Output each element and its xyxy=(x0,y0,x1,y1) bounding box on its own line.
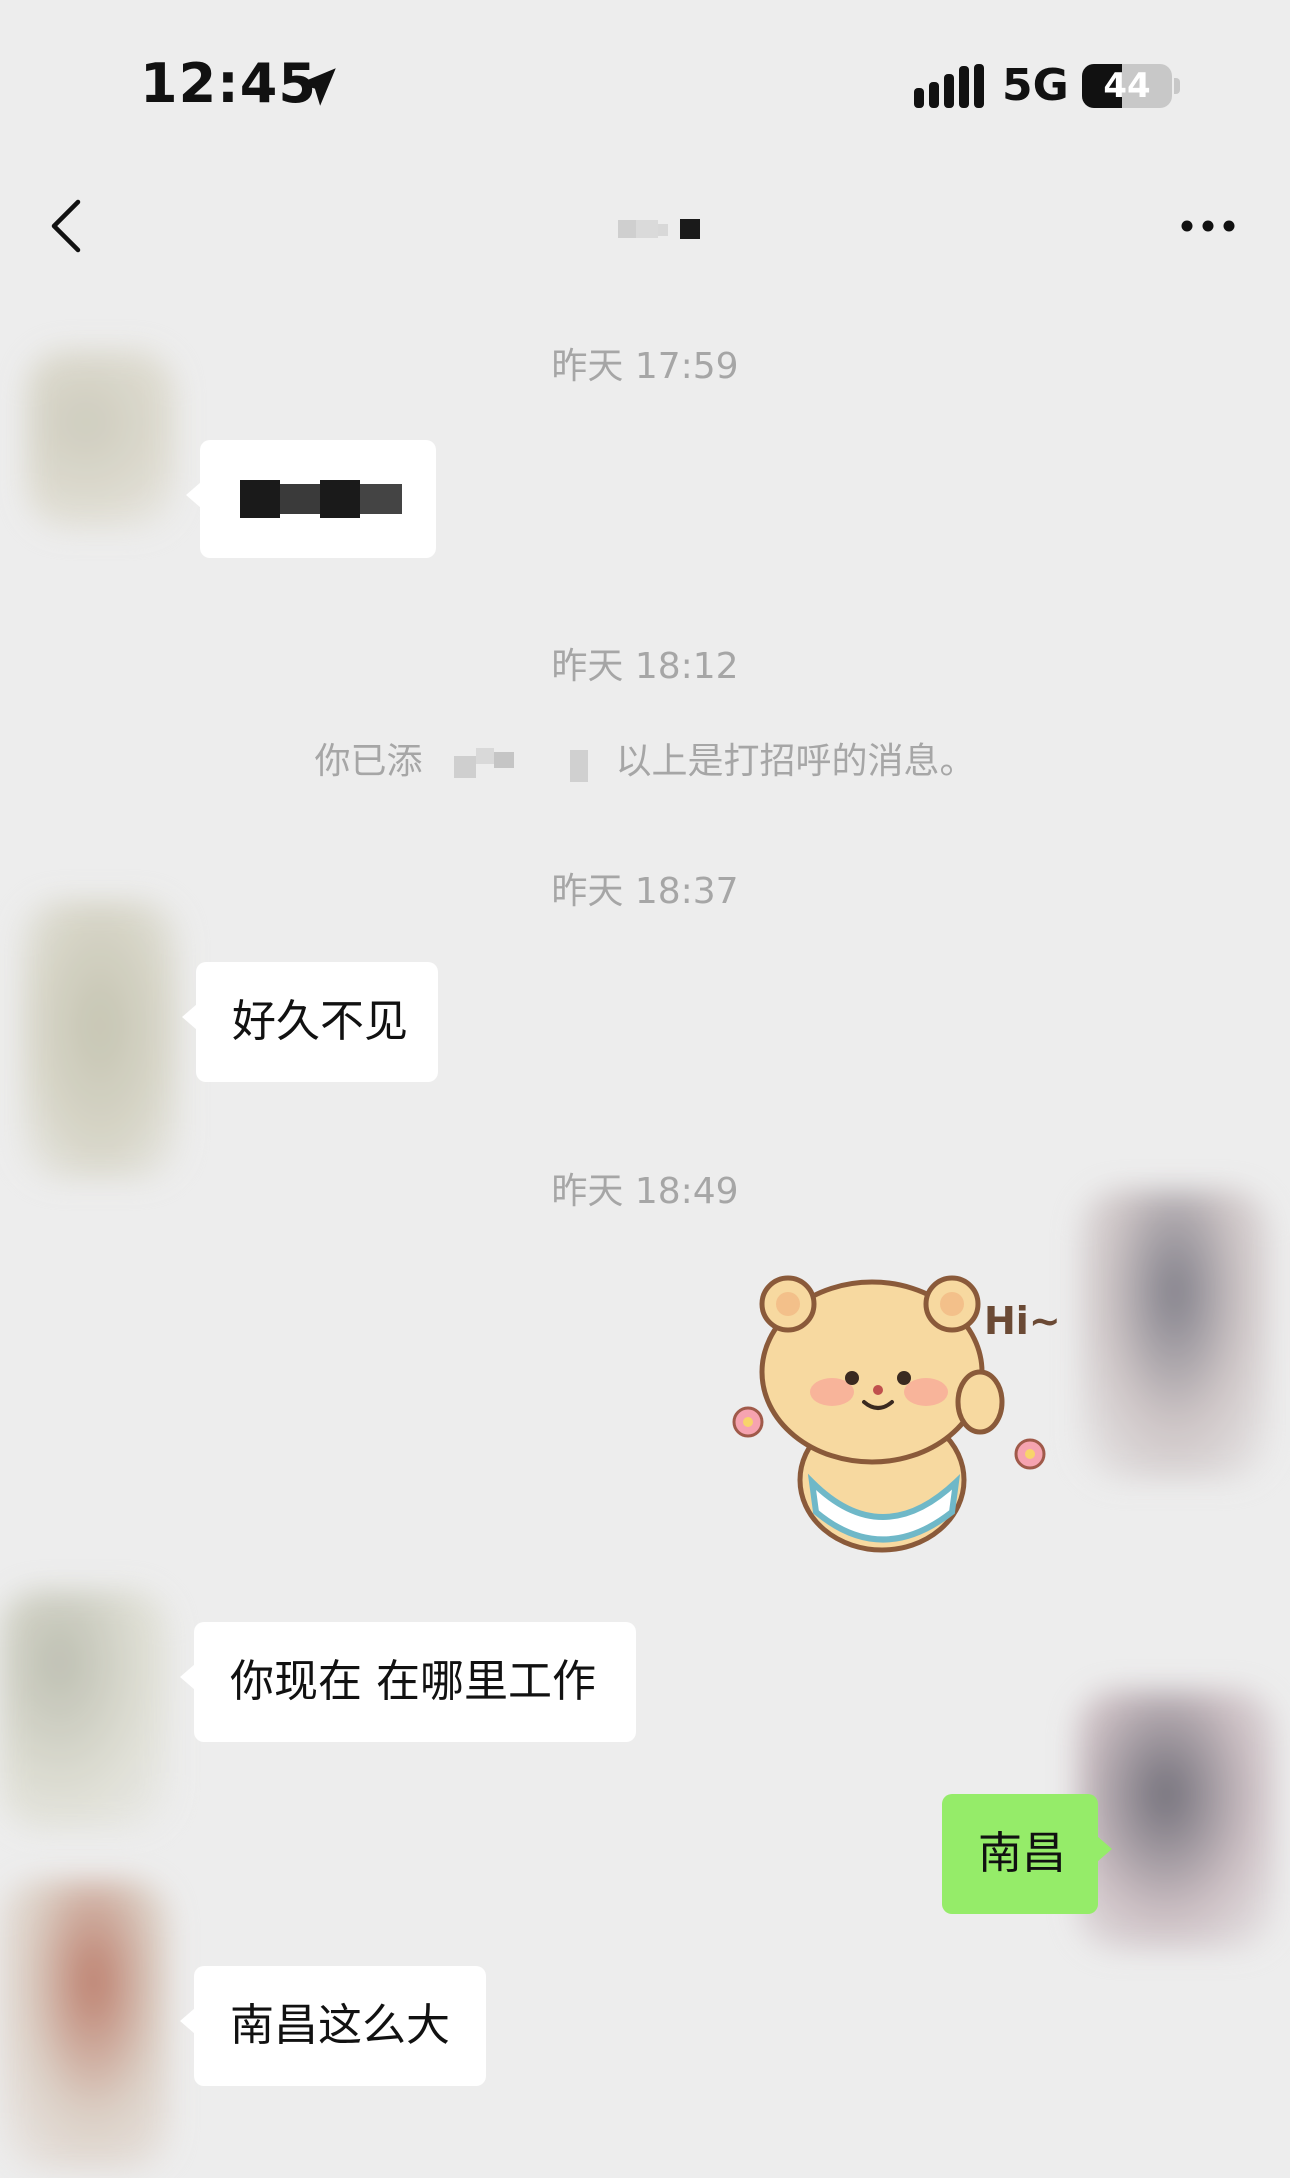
message-timestamp: 昨天 18:12 xyxy=(551,646,739,687)
flower-icon xyxy=(732,1406,764,1438)
own-avatar[interactable] xyxy=(1080,1190,1270,1480)
message-bubble[interactable]: 好久不见 xyxy=(182,962,438,1082)
message-text: 你现在 在哪里工作 xyxy=(230,1656,596,1707)
contact-avatar[interactable] xyxy=(20,900,180,1180)
redaction-block xyxy=(280,484,320,514)
contact-avatar[interactable] xyxy=(0,1590,170,1830)
battery-percent: 44 xyxy=(1103,66,1151,106)
status-time: 12:45 xyxy=(140,52,317,115)
location-arrow-icon xyxy=(298,68,336,106)
system-notice-prefix: 你已添 xyxy=(314,741,423,782)
own-message-bubble[interactable]: 南昌 xyxy=(942,1794,1112,1914)
cellular-signal-icon xyxy=(914,64,984,108)
message-timestamp: 昨天 17:59 xyxy=(551,346,739,387)
message-text: 南昌这么大 xyxy=(230,2000,450,2051)
redaction-block xyxy=(240,480,280,518)
message-timestamp: 昨天 18:37 xyxy=(551,871,739,912)
sticker-text: Hi~ xyxy=(984,1299,1061,1343)
network-type: 5G xyxy=(1002,60,1069,111)
bear-hi-sticker[interactable]: Hi~ xyxy=(712,1262,1092,1562)
system-notice: 你已添 以上是打招呼的消息。 xyxy=(0,732,1290,784)
own-avatar[interactable] xyxy=(1076,1690,1276,1950)
contact-avatar[interactable] xyxy=(26,350,176,530)
system-notice-suffix: 以上是打招呼的消息。 xyxy=(615,741,976,782)
message-bubble-redacted[interactable] xyxy=(186,440,436,558)
message-bubble[interactable]: 南昌这么大 xyxy=(180,1966,486,2086)
message-text: 南昌 xyxy=(978,1828,1066,1879)
battery-cap xyxy=(1174,78,1180,94)
more-options-icon[interactable] xyxy=(1180,218,1236,234)
redacted-name xyxy=(434,742,604,784)
message-text: 好久不见 xyxy=(232,996,408,1047)
message-bubble[interactable]: 你现在 在哪里工作 xyxy=(180,1622,636,1742)
back-chevron-icon[interactable] xyxy=(44,196,88,256)
redaction-block xyxy=(360,484,402,514)
flower-icon xyxy=(1014,1438,1046,1470)
redaction-block xyxy=(320,480,360,518)
chat-title-redacted[interactable] xyxy=(618,218,702,240)
battery-icon: 44 xyxy=(1082,64,1172,108)
contact-avatar[interactable] xyxy=(0,1880,170,2170)
chat-screen: 12:45 5G 44 昨天 17:59 昨天 18:12 你已添 以上是打招呼… xyxy=(0,0,1290,2178)
